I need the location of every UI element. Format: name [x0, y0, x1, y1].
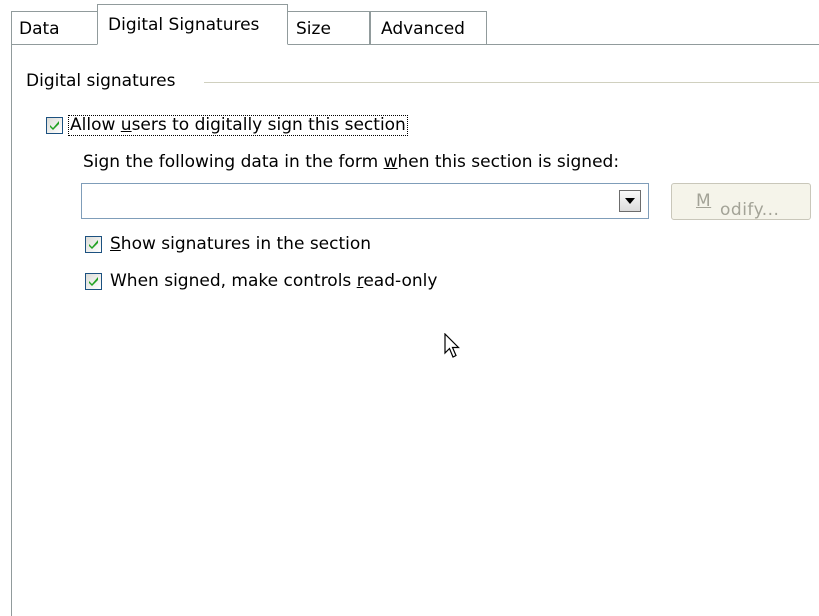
- checkmark-icon: [89, 240, 98, 249]
- sign-data-select[interactable]: [81, 183, 649, 219]
- tab-data[interactable]: Data: [11, 11, 97, 45]
- show-signatures-checkbox[interactable]: [85, 236, 102, 253]
- dropdown-arrow-icon: [625, 198, 635, 204]
- modify-button[interactable]: Modify...: [671, 183, 811, 220]
- group-divider: [204, 82, 819, 83]
- tab-strip: Data Digital Signatures Size Advanced: [0, 0, 819, 45]
- allow-sign-checkbox[interactable]: [46, 117, 63, 134]
- dropdown-button[interactable]: [619, 190, 641, 212]
- mouse-pointer-icon: [444, 333, 460, 358]
- group-title-digital-signatures: Digital signatures: [26, 71, 176, 91]
- sign-data-label: Sign the following data in the form when…: [83, 152, 620, 172]
- tab-advanced[interactable]: Advanced: [370, 11, 487, 45]
- show-signatures-label[interactable]: Show signatures in the section: [110, 236, 371, 253]
- tab-size[interactable]: Size: [288, 11, 370, 45]
- tab-digital-signatures-label: Digital Signatures: [108, 15, 260, 35]
- tab-advanced-label: Advanced: [381, 19, 465, 39]
- tab-data-label: Data: [19, 19, 60, 39]
- tab-digital-signatures[interactable]: Digital Signatures: [97, 4, 288, 45]
- read-only-checkbox[interactable]: [85, 273, 102, 290]
- read-only-label[interactable]: When signed, make controls read-only: [110, 273, 437, 290]
- checkmark-icon: [89, 277, 98, 286]
- tab-panel-left-border: [11, 44, 12, 616]
- tab-size-label: Size: [296, 19, 331, 39]
- modify-button-label: Modify...: [696, 191, 780, 220]
- allow-sign-label[interactable]: Allow users to digitally sign this secti…: [68, 115, 408, 136]
- checkmark-icon: [50, 121, 59, 130]
